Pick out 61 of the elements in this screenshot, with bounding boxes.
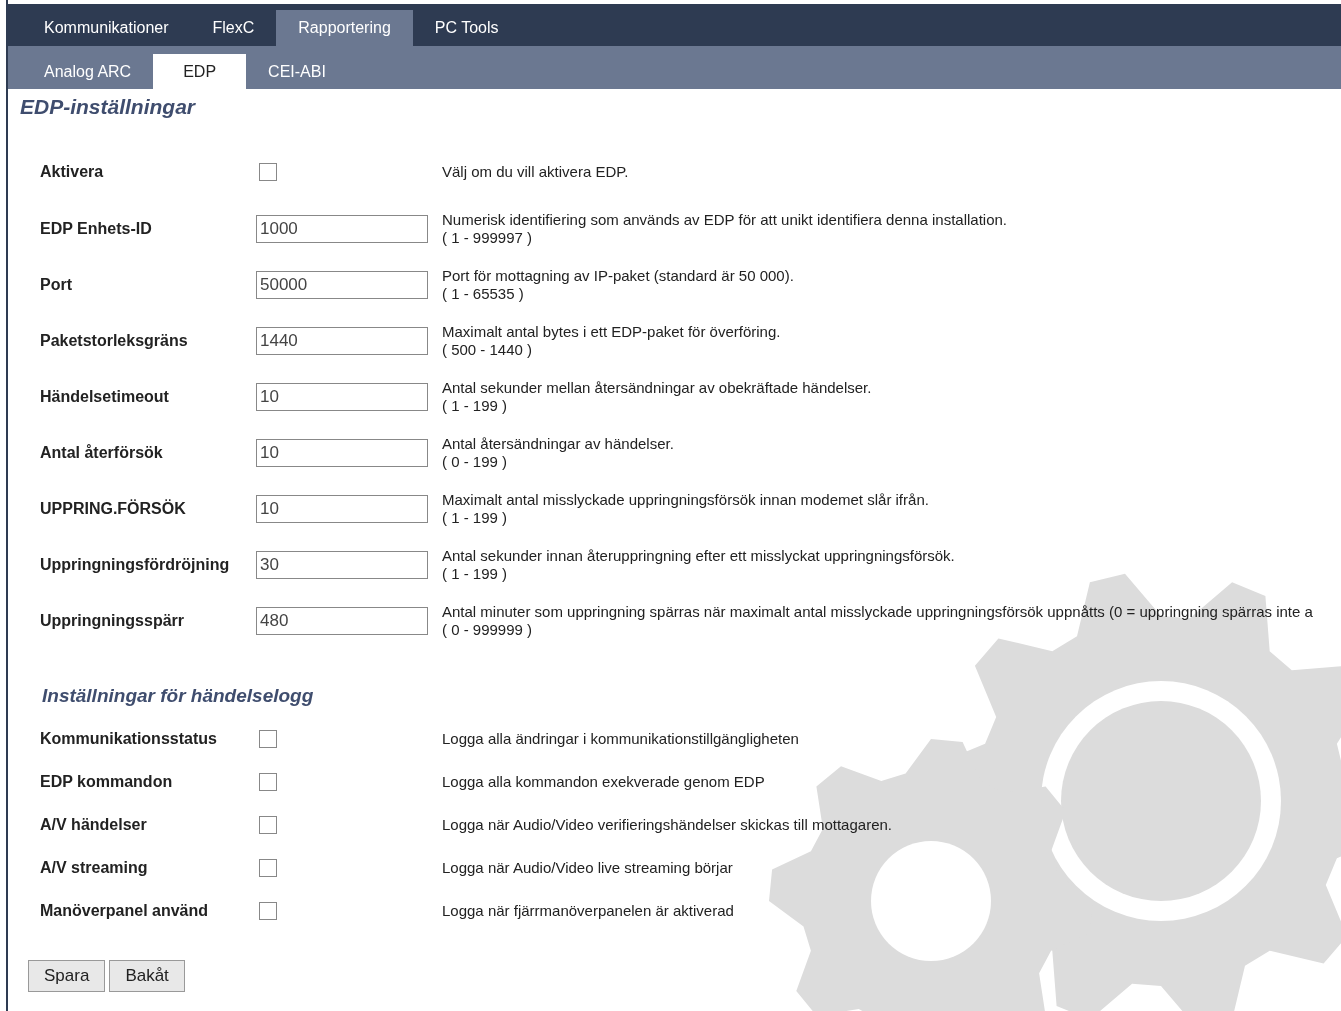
field-description: Logga alla kommandon exekverade genom EDP bbox=[442, 772, 765, 791]
range-hint: ( 500 - 1440 ) bbox=[442, 341, 534, 359]
field-label: Händelsetimeout bbox=[39, 388, 170, 406]
sub-tab[interactable]: Analog ARC bbox=[22, 54, 154, 89]
checkbox[interactable] bbox=[259, 772, 277, 791]
nav-tab[interactable]: Kommunikationer bbox=[22, 10, 191, 46]
field-label: Aktivera bbox=[39, 163, 105, 181]
nav-tab[interactable]: FlexC bbox=[190, 10, 277, 46]
checkbox[interactable] bbox=[259, 815, 277, 834]
field-label: UPPRING.FÖRSÖK bbox=[39, 500, 187, 518]
field-label: Kommunikationsstatus bbox=[39, 729, 218, 748]
input-field[interactable]: 10 bbox=[256, 383, 428, 411]
input-field[interactable]: 1440 bbox=[256, 327, 428, 355]
field-description: Port för mottagning av IP-paket (standard är 50 000). bbox=[442, 267, 795, 285]
input-field[interactable]: 50000 bbox=[256, 271, 428, 299]
checkbox[interactable] bbox=[259, 858, 277, 877]
page-title: EDP-inställningar bbox=[20, 95, 197, 119]
field-description: Välj om du vill aktivera EDP. bbox=[442, 163, 630, 181]
input-field[interactable]: 10 bbox=[256, 439, 428, 467]
field-label: Uppringningsspärr bbox=[39, 612, 185, 630]
field-description: Logga alla ändringar i kommunikationstillgängligheten bbox=[442, 729, 799, 748]
range-hint: ( 1 - 999997 ) bbox=[442, 229, 534, 247]
field-description: Maximalt antal bytes i ett EDP-paket för överföring. bbox=[442, 323, 782, 341]
field-description: Maximalt antal misslyckade uppringningsförsök innan modemet slår ifrån. bbox=[442, 491, 930, 509]
range-hint: ( 1 - 199 ) bbox=[442, 565, 509, 583]
range-hint: ( 0 - 999999 ) bbox=[442, 621, 534, 639]
checkbox[interactable] bbox=[259, 729, 277, 748]
field-description: Antal återsändningar av händelser. bbox=[442, 435, 675, 453]
field-label: EDP Enhets-ID bbox=[39, 220, 153, 238]
field-label: Antal återförsök bbox=[39, 444, 164, 462]
field-label: EDP kommandon bbox=[39, 772, 174, 791]
input-field[interactable]: 480 bbox=[256, 607, 428, 635]
field-label: Paketstorleksgräns bbox=[39, 332, 189, 350]
form-button[interactable]: Spara bbox=[28, 960, 106, 992]
input-field[interactable]: 30 bbox=[256, 551, 428, 579]
field-label: Port bbox=[39, 276, 73, 294]
field-label: Manöverpanel använd bbox=[39, 901, 210, 920]
field-description: Logga när fjärrmanöverpanelen är aktiverad bbox=[442, 901, 734, 920]
sub-tab[interactable]: EDP bbox=[153, 54, 247, 89]
field-label: Uppringningsfördröjning bbox=[39, 556, 231, 574]
field-label: A/V streaming bbox=[39, 858, 149, 877]
checkbox[interactable] bbox=[259, 901, 277, 920]
nav-tab[interactable]: Rapportering bbox=[276, 10, 413, 46]
range-hint: ( 0 - 199 ) bbox=[442, 453, 509, 471]
field-description: Antal sekunder innan återuppringning efter ett misslyckat uppringningsförsök. bbox=[442, 547, 956, 565]
field-description: Logga när Audio/Video live streaming börjar bbox=[442, 858, 733, 877]
form-button[interactable]: Bakåt bbox=[109, 960, 185, 992]
nav-tab[interactable]: PC Tools bbox=[412, 10, 521, 46]
field-description: Logga när Audio/Video verifieringshändelser skickas till mottagaren. bbox=[442, 815, 892, 834]
checkbox[interactable] bbox=[259, 163, 277, 181]
range-hint: ( 1 - 199 ) bbox=[442, 397, 509, 415]
field-description: Antal sekunder mellan återsändningar av obekräftade händelser. bbox=[442, 379, 873, 397]
section-title: Inställningar för händelselogg bbox=[42, 685, 315, 707]
field-description: Antal minuter som uppringning spärras när maximalt antal misslyckade uppringningsförsök uppnåtts (0 = uppringning spärras inte a bbox=[442, 603, 1314, 621]
range-hint: ( 1 - 199 ) bbox=[442, 509, 509, 527]
range-hint: ( 1 - 65535 ) bbox=[442, 285, 525, 303]
input-field[interactable]: 1000 bbox=[256, 215, 428, 243]
input-field[interactable]: 10 bbox=[256, 495, 428, 523]
sub-tab[interactable]: CEI-ABI bbox=[246, 54, 348, 89]
field-label: A/V händelser bbox=[39, 815, 148, 834]
field-description: Numerisk identifiering som används av EDP för att unikt identifiera denna installation. bbox=[442, 211, 1009, 229]
